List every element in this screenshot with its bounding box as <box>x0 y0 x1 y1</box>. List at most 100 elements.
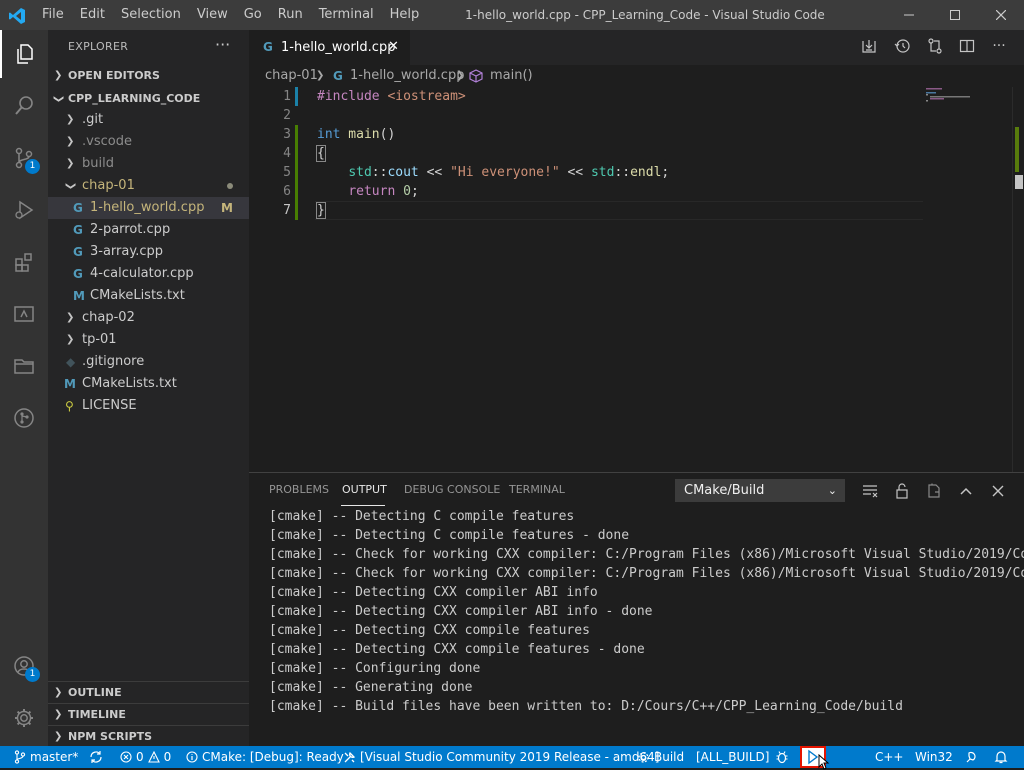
code-editor[interactable]: 1 2 3 4 5 6 7 #include <iostream> int ma… <box>249 87 1024 472</box>
warning-count: 0 <box>163 750 172 764</box>
history-icon[interactable] <box>888 35 916 57</box>
tree-folder-git[interactable]: ❯ .git <box>48 109 249 131</box>
scrollbar-change-marker <box>1015 127 1019 172</box>
tree-file-cmakelists-chap[interactable]: M CMakeLists.txt <box>48 285 249 307</box>
scrollbar-cursor-marker <box>1015 175 1023 189</box>
search-icon[interactable] <box>0 82 48 130</box>
chevron-right-icon: ❯ <box>66 334 75 345</box>
tree-file-array[interactable]: G 3-array.cpp <box>48 241 249 263</box>
more-actions-icon[interactable]: ··· <box>215 35 230 54</box>
outline-section[interactable]: ❯ OUTLINE <box>48 681 249 704</box>
tree-file-calculator[interactable]: G 4-calculator.cpp <box>48 263 249 285</box>
editor-scrollbar[interactable] <box>1012 87 1024 472</box>
tree-folder-build[interactable]: ❯ build <box>48 153 249 175</box>
token: main <box>340 127 380 142</box>
menu-run[interactable]: Run <box>270 0 311 30</box>
source-control-icon[interactable]: 1 <box>0 134 48 182</box>
tab-terminal[interactable]: TERMINAL <box>509 483 565 496</box>
breadcrumb-symbol[interactable]: main() <box>490 65 533 87</box>
workspace-section[interactable]: ❯ CPP_LEARNING_CODE <box>48 88 249 110</box>
remote-explorer-icon[interactable] <box>0 290 48 338</box>
code-line-3: int main() <box>317 125 395 144</box>
output-line: [cmake] -- Configuring done <box>269 661 481 676</box>
tree-folder-chap-01[interactable]: ❯ chap-01 <box>48 175 249 197</box>
editor-tab-bar: G 1-hello_world.cpp ✕ ··· <box>249 30 1024 65</box>
menu-go[interactable]: Go <box>236 0 270 30</box>
menu-view[interactable]: View <box>189 0 236 30</box>
git-graph-icon[interactable] <box>0 394 48 442</box>
minimize-button[interactable] <box>886 0 932 30</box>
gitignore-file-icon: ◆ <box>66 355 76 369</box>
open-editors-section[interactable]: ❯ OPEN EDITORS <box>48 65 249 87</box>
tree-file-cmakelists-root[interactable]: M CMakeLists.txt <box>48 373 249 395</box>
line-number: 3 <box>283 127 291 142</box>
lock-scroll-icon[interactable] <box>891 482 913 500</box>
tree-folder-chap-02[interactable]: ❯ chap-02 <box>48 307 249 329</box>
token: () <box>379 127 396 142</box>
build-target[interactable]: [ALL_BUILD] <box>696 746 769 768</box>
tree-file-parrot[interactable]: G 2-parrot.cpp <box>48 219 249 241</box>
tab-hello-world[interactable]: G 1-hello_world.cpp ✕ <box>249 30 410 65</box>
tree-item-label: 2-parrot.cpp <box>90 222 171 237</box>
breadcrumb-folder[interactable]: chap-01 <box>265 65 318 87</box>
accounts-icon[interactable]: 1 <box>0 642 48 690</box>
maximize-panel-icon[interactable] <box>955 482 977 500</box>
tree-folder-tp-01[interactable]: ❯ tp-01 <box>48 329 249 351</box>
tab-debug-console[interactable]: DEBUG CONSOLE <box>404 483 500 496</box>
accounts-badge: 1 <box>25 667 40 682</box>
cmake-kit[interactable]: [Visual Studio Community 2019 Release - … <box>343 746 659 768</box>
git-branch-icon <box>14 750 26 764</box>
close-panel-icon[interactable] <box>987 482 1009 500</box>
extensions-icon[interactable] <box>0 238 48 286</box>
branch-status[interactable]: master* <box>14 746 78 768</box>
tree-file-license[interactable]: ⚲ LICENSE <box>48 395 249 417</box>
split-editor-icon[interactable] <box>953 35 981 57</box>
maximize-button[interactable] <box>932 0 978 30</box>
language-mode[interactable]: C++ <box>875 746 904 768</box>
npm-scripts-section[interactable]: ❯ NPM SCRIPTS <box>48 725 249 746</box>
problems-status[interactable]: 0 0 <box>120 746 171 768</box>
clear-output-icon[interactable] <box>859 482 881 500</box>
minimap[interactable] <box>924 87 1014 127</box>
close-tab-icon[interactable]: ✕ <box>388 39 399 54</box>
menu-terminal[interactable]: Terminal <box>311 0 382 30</box>
output-channel-select[interactable]: CMake/Build ⌄ <box>675 479 845 502</box>
build-label: Build <box>654 750 685 764</box>
npm-scripts-label: NPM SCRIPTS <box>68 730 153 743</box>
output-content[interactable]: [cmake] -- Detecting C compile features … <box>249 507 1024 747</box>
line-number: 5 <box>283 165 291 180</box>
open-log-icon[interactable] <box>923 482 945 500</box>
token: return <box>348 184 396 199</box>
menu-file[interactable]: File <box>34 0 72 30</box>
build-button[interactable]: Build <box>637 746 684 768</box>
open-changes-icon[interactable] <box>855 35 883 57</box>
tree-file-hello-world[interactable]: G 1-hello_world.cpp M <box>48 197 249 219</box>
output-line: [cmake] -- Detecting CXX compile feature… <box>269 642 645 657</box>
sync-icon[interactable] <box>89 746 103 768</box>
tab-problems[interactable]: PROBLEMS <box>269 483 329 496</box>
folder-icon[interactable] <box>0 342 48 390</box>
token: #include <box>317 89 380 104</box>
close-window-button[interactable] <box>978 0 1024 30</box>
platform-config[interactable]: Win32 <box>915 746 953 768</box>
line-number: 2 <box>283 108 291 123</box>
explorer-icon[interactable] <box>0 30 48 78</box>
more-actions-icon[interactable]: ··· <box>985 35 1013 57</box>
debug-bug-icon[interactable] <box>775 746 789 768</box>
chevron-right-icon: ❯ <box>66 158 75 169</box>
breadcrumb-file[interactable]: 1-hello_world.cpp <box>350 65 464 87</box>
feedback-icon[interactable] <box>965 746 979 768</box>
cmake-status[interactable]: CMake: [Debug]: Ready <box>186 746 344 768</box>
tree-file-gitignore[interactable]: ◆ .gitignore <box>48 351 249 373</box>
timeline-section[interactable]: ❯ TIMELINE <box>48 703 249 726</box>
run-debug-icon[interactable] <box>0 186 48 234</box>
compare-changes-icon[interactable] <box>921 35 949 57</box>
menu-selection[interactable]: Selection <box>113 0 189 30</box>
output-line: [cmake] -- Generating done <box>269 680 473 695</box>
tree-folder-vscode[interactable]: ❯ .vscode <box>48 131 249 153</box>
settings-gear-icon[interactable] <box>0 694 48 742</box>
menu-edit[interactable]: Edit <box>72 0 113 30</box>
notifications-bell-icon[interactable] <box>994 746 1008 768</box>
tree-item-label: CMakeLists.txt <box>82 376 177 391</box>
tab-output[interactable]: OUTPUT <box>342 483 387 496</box>
